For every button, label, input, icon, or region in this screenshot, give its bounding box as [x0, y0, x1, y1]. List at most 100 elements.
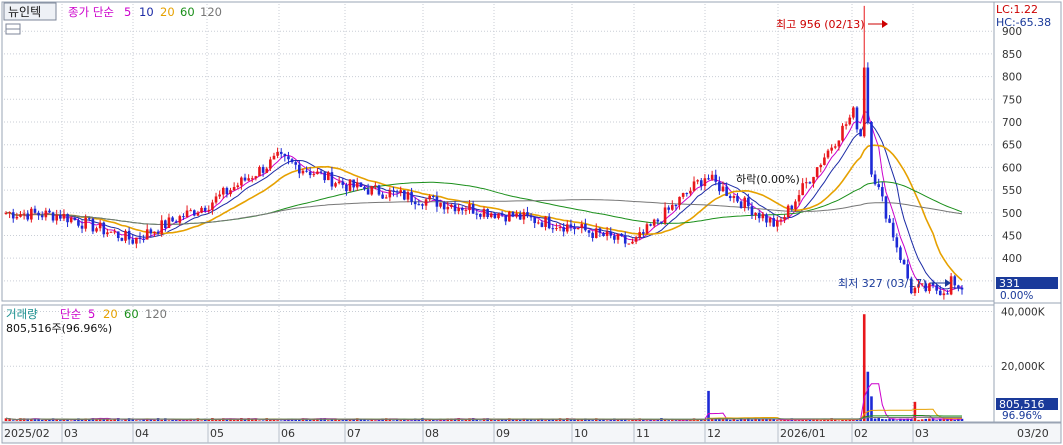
- volume-bar: [605, 420, 609, 422]
- candle-body: [486, 209, 489, 218]
- candle-body: [384, 197, 388, 199]
- volume-bar: [193, 420, 196, 421]
- volume-bar: [232, 419, 236, 421]
- candle-body: [8, 212, 11, 214]
- candle-body: [124, 230, 127, 241]
- volume-bar: [308, 419, 312, 421]
- candle-body: [848, 117, 852, 125]
- candle-body: [294, 162, 297, 165]
- candle-body: [413, 201, 417, 205]
- current-volume-pct: 96.96%: [1002, 410, 1042, 422]
- candle-body: [540, 222, 544, 227]
- x-tick-label: 12: [707, 427, 721, 440]
- x-tick-label: 06: [281, 427, 295, 440]
- candle-body: [316, 171, 319, 175]
- candle-body: [450, 204, 453, 207]
- candle-body: [211, 202, 214, 210]
- candle-body: [747, 197, 750, 207]
- volume-bar: [823, 420, 826, 421]
- candle-body: [714, 174, 718, 182]
- candle-body: [953, 276, 957, 286]
- candle-body: [790, 205, 794, 210]
- volume-bar: [435, 420, 439, 422]
- x-tick-label: 05: [210, 427, 224, 440]
- candle-body: [504, 215, 508, 222]
- candle-body: [182, 216, 185, 218]
- volume-bar: [153, 419, 156, 421]
- x-tick-label: 03/20: [1017, 427, 1049, 440]
- candle-body: [631, 241, 634, 244]
- candle-body: [899, 247, 902, 261]
- candle-body: [229, 190, 232, 195]
- candle-body: [750, 206, 754, 216]
- candle-body: [116, 231, 120, 238]
- x-tick-label: 08: [425, 427, 439, 440]
- candle-body: [652, 219, 656, 226]
- volume-bar: [674, 420, 678, 421]
- volume-bar: [555, 419, 558, 421]
- candle-body: [247, 178, 250, 181]
- volume-tick-label: 20,000K: [1001, 361, 1046, 373]
- candle-body: [305, 170, 308, 172]
- candle-body: [555, 228, 558, 230]
- candle-body: [428, 196, 431, 200]
- volume-bar: [667, 420, 670, 421]
- candle-body: [873, 174, 877, 185]
- candle-body: [225, 187, 229, 195]
- candle-body: [403, 190, 406, 200]
- volume-ma-5: 5: [88, 307, 95, 321]
- candle-body: [102, 222, 106, 235]
- volume-bar: [598, 419, 602, 421]
- candle-body: [692, 181, 696, 191]
- candle-body: [135, 237, 138, 244]
- candle-body: [768, 218, 772, 223]
- candle-body: [145, 229, 149, 240]
- volume-bar: [671, 420, 674, 421]
- candle-body: [649, 224, 652, 226]
- volume-ma-120: 120: [145, 307, 167, 321]
- candle-body: [721, 186, 725, 192]
- candle-body: [236, 185, 240, 188]
- candle-body: [84, 217, 87, 229]
- candle-body: [164, 220, 167, 228]
- candle-body: [946, 293, 949, 295]
- candle-body: [272, 155, 276, 160]
- volume-tick-label: 40,000K: [1001, 306, 1046, 318]
- price-ma-120: 120: [200, 5, 222, 19]
- candle-body: [696, 180, 699, 182]
- candle-body: [870, 122, 873, 175]
- candle-body: [80, 225, 84, 229]
- current-price: 331: [999, 277, 1020, 290]
- volume-bar: [135, 420, 138, 421]
- candle-body: [852, 107, 855, 118]
- candle-body: [44, 210, 48, 218]
- x-tick-label: 09: [496, 427, 510, 440]
- volume-bar: [374, 420, 377, 422]
- candle-body: [439, 202, 442, 207]
- volume-bar: [406, 420, 410, 421]
- candle-body: [26, 213, 30, 220]
- volume-bar: [479, 420, 482, 422]
- candle-body: [565, 224, 569, 232]
- candle-body: [243, 177, 247, 181]
- price-tick-label: 400: [1002, 253, 1022, 265]
- candle-body: [69, 217, 73, 223]
- candle-body: [960, 287, 964, 290]
- volume-bar: [11, 420, 15, 421]
- candle-body: [942, 293, 946, 296]
- volume-bar: [8, 419, 11, 421]
- candle-body: [551, 228, 555, 230]
- volume-info: 805,516주(96.96%): [6, 322, 112, 335]
- candle-body: [370, 186, 374, 195]
- candle-body: [113, 231, 116, 233]
- volume-bar: [779, 420, 783, 421]
- candle-body: [881, 187, 884, 197]
- candle-body: [435, 196, 439, 207]
- x-axis-bar: [1, 422, 1062, 444]
- x-tick-label: 04: [135, 427, 149, 440]
- price-ma-10: 10: [139, 5, 154, 19]
- volume-bar: [337, 419, 341, 421]
- candle-body: [326, 172, 330, 181]
- x-tick-label: 07: [347, 427, 361, 440]
- candle-body: [804, 182, 808, 184]
